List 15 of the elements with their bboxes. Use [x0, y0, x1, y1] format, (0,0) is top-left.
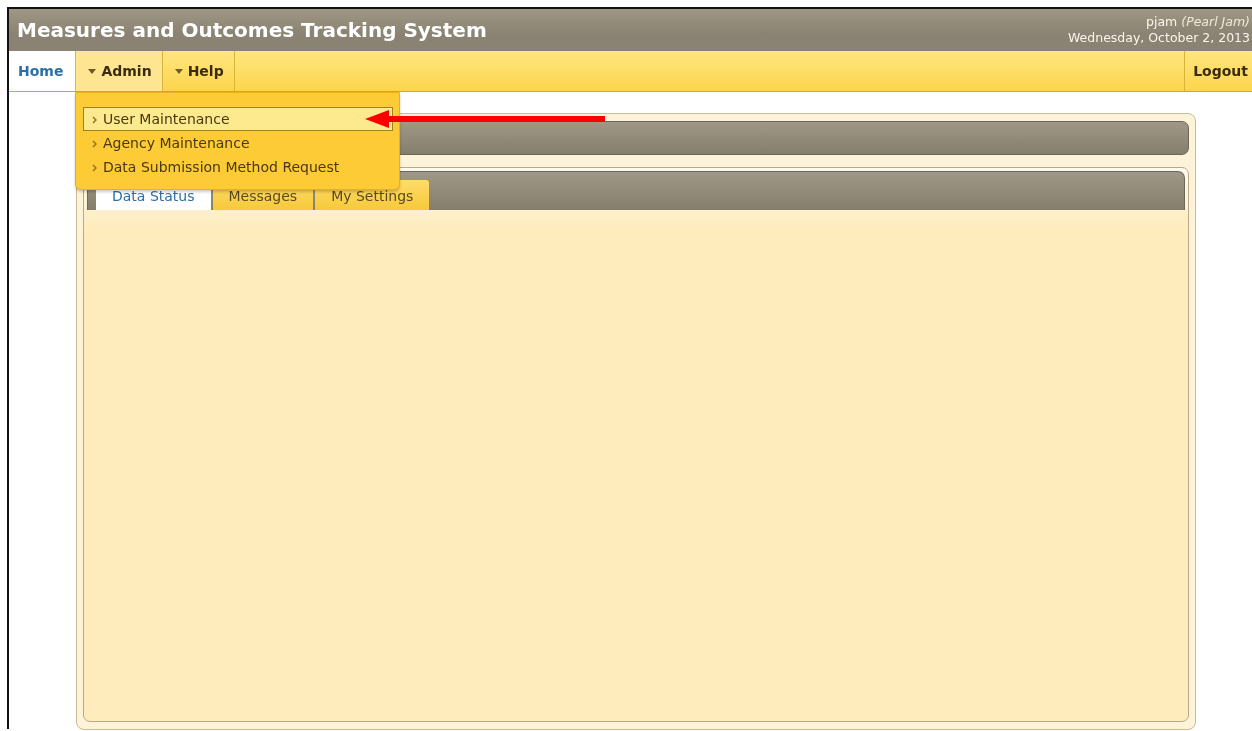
menu-item[interactable]: User Maintenance	[83, 107, 393, 131]
caret-icon	[88, 68, 97, 74]
menu-button[interactable]: Help	[162, 51, 235, 91]
menu-item[interactable]: Data Submission Method Request	[83, 155, 393, 179]
user-name: pjam (Pearl Jam)	[1146, 14, 1250, 30]
chevron-icon	[92, 164, 97, 172]
home-link[interactable]: Home	[9, 51, 77, 91]
logout-button[interactable]: Logout	[1184, 51, 1252, 91]
app-title: Measures and Outcomes Tracking System	[17, 18, 487, 42]
menu-item[interactable]: Agency Maintenance	[83, 131, 393, 155]
caret-icon	[174, 68, 183, 74]
chevron-icon	[92, 140, 97, 148]
chevron-icon	[92, 116, 97, 124]
menu-button[interactable]: Admin	[76, 51, 163, 91]
current-date: Wednesday, October 2, 2013	[1067, 30, 1250, 46]
